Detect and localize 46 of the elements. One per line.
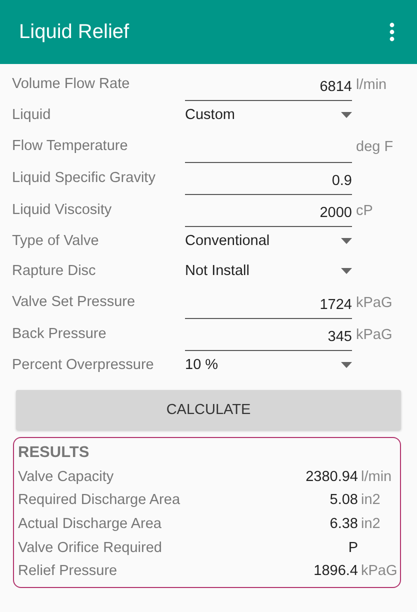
result-value: 1896.4 — [312, 563, 358, 580]
dropdown[interactable]: Not Install — [185, 263, 352, 279]
field-label: Rapture Disc — [12, 263, 97, 279]
result-label: Required Discharge Area — [18, 492, 182, 508]
unit-label: in2 — [361, 492, 380, 508]
unit-label: cP — [356, 203, 373, 219]
unit-label: deg F — [356, 139, 394, 155]
more-options-icon[interactable] — [389, 22, 395, 42]
dropdown[interactable]: Conventional — [185, 233, 352, 249]
app-title: Liquid Relief — [19, 20, 130, 44]
field-label: Valve Set Pressure — [12, 294, 136, 310]
unit-label: in2 — [361, 516, 380, 532]
dropdown-arrow-icon — [341, 362, 352, 368]
field-label: Liquid Specific Gravity — [12, 170, 156, 186]
unit-label: kPaG — [361, 563, 398, 580]
dropdown-arrow-icon — [341, 112, 352, 118]
result-label: Valve Capacity — [18, 468, 115, 485]
result-label: Relief Pressure — [18, 563, 118, 580]
dropdown[interactable]: 10 % — [185, 357, 352, 373]
dropdown-arrow-icon — [341, 268, 352, 274]
results-title: RESULTS — [18, 444, 90, 462]
unit-label: l/min — [361, 468, 392, 485]
result-label: Valve Orifice Required — [18, 540, 163, 556]
result-value: 2380.94 — [304, 468, 358, 485]
unit-label: kPaG — [356, 327, 392, 343]
input-field[interactable]: 0.9 — [185, 167, 352, 195]
input-field[interactable]: 1724 — [185, 291, 352, 319]
field-label: Volume Flow Rate — [12, 76, 131, 92]
result-value: P — [347, 540, 358, 556]
input-field[interactable]: 2000 — [185, 199, 352, 227]
field-label: Type of Valve — [12, 233, 100, 249]
field-label: Percent Overpressure — [12, 357, 155, 373]
input-field[interactable]: 6814 — [185, 73, 352, 101]
dropdown-arrow-icon — [341, 238, 352, 244]
result-value: 5.08 — [328, 492, 358, 508]
field-label: Liquid Viscosity — [12, 202, 113, 218]
unit-label: l/min — [356, 77, 387, 93]
calculate-button[interactable]: CALCULATE — [16, 390, 401, 430]
result-label: Actual Discharge Area — [18, 516, 162, 532]
dropdown[interactable]: Custom — [185, 107, 352, 123]
field-label: Liquid — [12, 107, 52, 123]
input-field[interactable]: 345 — [185, 323, 352, 351]
field-label: Back Pressure — [12, 326, 108, 342]
result-value: 6.38 — [328, 516, 358, 532]
field-label: Flow Temperature — [12, 138, 129, 154]
unit-label: kPaG — [356, 295, 392, 311]
